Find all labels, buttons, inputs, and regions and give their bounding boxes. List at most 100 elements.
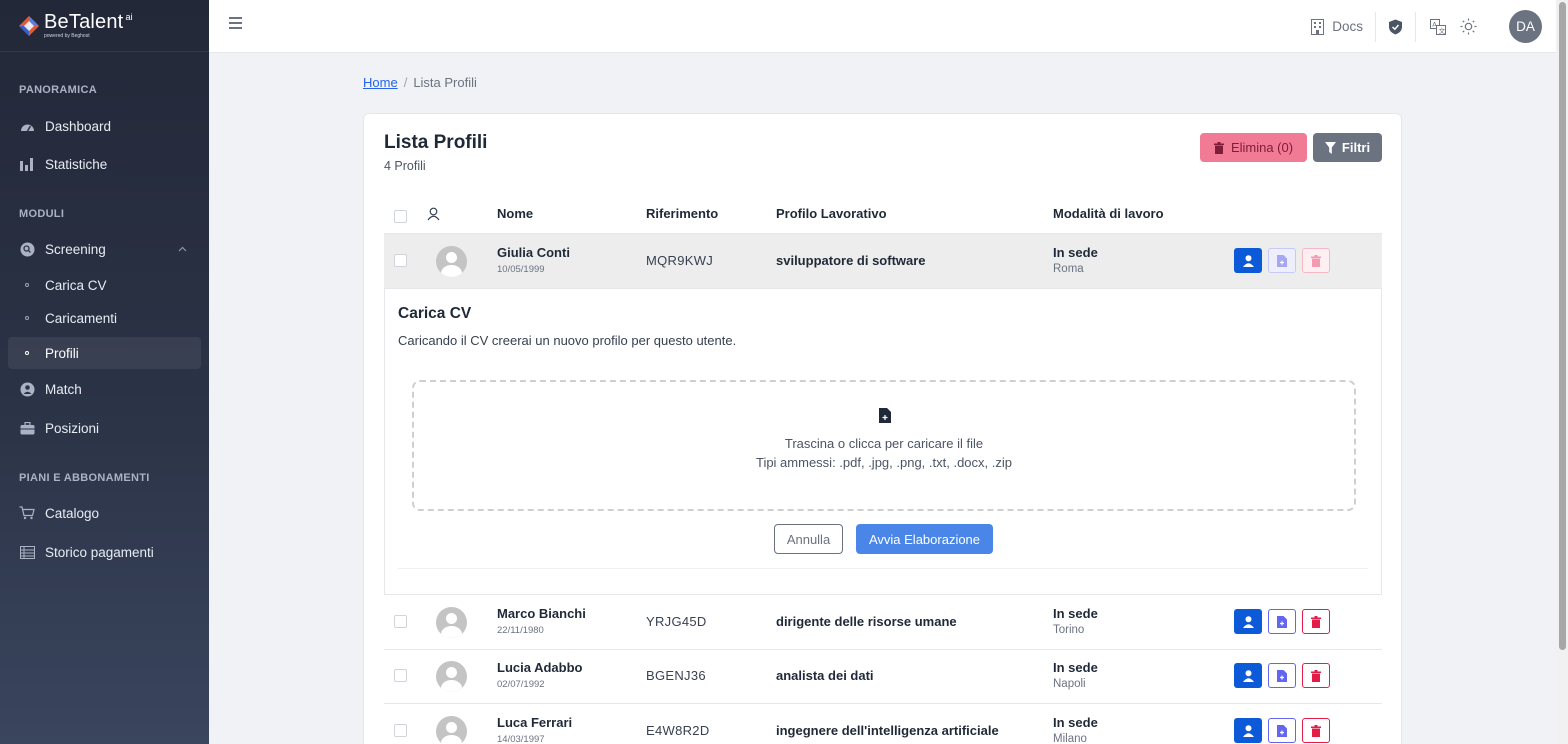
avatar [436,716,467,744]
sidebar-item-catalogo[interactable]: Catalogo [8,497,201,529]
user-circle-icon [19,381,35,397]
work-mode: In sede [1053,245,1098,260]
screening-icon [19,241,35,257]
upload-cv-button[interactable] [1268,609,1296,634]
delete-profile-button[interactable] [1302,718,1330,743]
table-row[interactable]: Lucia Adabbo 02/07/1992 BGENJ36 analista… [384,649,1382,704]
bar-chart-icon [19,156,35,172]
security-button[interactable] [1376,11,1416,42]
user-avatar[interactable]: DA [1509,10,1542,43]
filter-button[interactable]: Filtri [1313,133,1382,162]
sidebar-item-statistiche[interactable]: Statistiche [8,148,201,180]
sidebar-item-label: Screening [45,241,106,257]
page-scrollbar[interactable] [1556,0,1568,744]
sidebar-item-label: Carica CV [45,277,107,293]
table-row[interactable]: Luca Ferrari 14/03/1997 E4W8R2D ingegner… [384,704,1382,744]
profile-dob: 10/05/1999 [497,264,545,275]
profile-job: sviluppatore di software [776,253,926,268]
view-profile-button[interactable] [1234,663,1262,688]
row-checkbox[interactable] [394,669,407,682]
menu-toggle-icon[interactable] [229,17,242,32]
section-label-moduli: MODULI [19,208,65,220]
start-processing-button[interactable]: Avvia Elaborazione [856,524,993,554]
profiles-card: Lista Profili 4 Profili Elimina (0) Filt… [363,113,1402,744]
upload-cv-button[interactable] [1268,718,1296,743]
bullet-icon [25,283,29,287]
user-icon [1242,669,1254,682]
page-title: Lista Profili [384,132,488,153]
sidebar-item-storico-pagamenti[interactable]: Storico pagamenti [8,536,201,568]
table-row[interactable]: Marco Bianchi 22/11/1980 YRJG45D dirigen… [384,595,1382,650]
profile-ref: YRJG45D [646,614,707,629]
dropzone-instruction: Trascina o clicca per caricare il file [784,436,984,451]
user-icon [1242,615,1254,628]
profile-dob: 22/11/1980 [497,625,544,636]
view-profile-button[interactable] [1234,718,1262,743]
brand-name: BeTalent ai [44,11,133,33]
sidebar-item-profili[interactable]: Profili [8,337,201,369]
briefcase-icon [19,420,35,436]
cancel-button[interactable]: Annulla [774,524,843,554]
view-profile-button[interactable] [1234,248,1262,273]
sidebar-item-label: Storico pagamenti [45,544,154,560]
translate-button[interactable]: A文 [1430,18,1446,35]
breadcrumb: Home / Lista Profili [363,75,477,90]
column-header-nome[interactable]: Nome [497,206,533,221]
sidebar-item-caricamenti[interactable]: Caricamenti [8,302,201,334]
sidebar-item-label: Match [45,381,82,397]
section-label-piani: PIANI E ABBONAMENTI [19,472,150,484]
column-header-riferimento[interactable]: Riferimento [646,206,718,221]
theme-toggle-button[interactable] [1460,18,1477,35]
row-checkbox[interactable] [394,254,407,267]
column-header-modalita[interactable]: Modalità di lavoro [1053,206,1164,221]
file-plus-icon [879,408,891,423]
delete-profile-button[interactable] [1302,609,1330,634]
filter-icon [1324,141,1336,154]
sidebar-item-dashboard[interactable]: Dashboard [8,110,201,142]
profile-name: Luca Ferrari [497,715,573,730]
docs-link[interactable]: Docs [1311,11,1376,42]
upload-cv-button[interactable] [1268,248,1296,273]
upload-cv-button[interactable] [1268,663,1296,688]
section-label-panoramica: PANORAMICA [19,84,97,96]
gauge-icon [19,118,35,134]
sidebar-item-screening[interactable]: Screening [8,233,201,265]
work-city: Torino [1053,624,1085,636]
view-profile-button[interactable] [1234,609,1262,634]
bullet-icon [25,316,29,320]
file-dropzone[interactable]: Trascina o clicca per caricare il file T… [412,380,1356,511]
bullet-icon [25,351,29,355]
avatar [436,246,467,277]
table-row[interactable]: Giulia Conti 10/05/1999 MQR9KWJ sviluppa… [384,234,1382,289]
sidebar-item-label: Catalogo [45,505,100,521]
column-header-profilo[interactable]: Profilo Lavorativo [776,206,887,221]
scrollbar-thumb[interactable] [1559,2,1566,650]
profile-job: dirigente delle risorse umane [776,614,957,629]
select-all-checkbox[interactable] [394,210,407,223]
profile-count: 4 Profili [384,159,426,173]
sidebar-item-posizioni[interactable]: Posizioni [8,412,201,444]
svg-text:A: A [1432,20,1437,28]
profile-name: Lucia Adabbo [497,660,583,675]
delete-profile-button[interactable] [1302,663,1330,688]
sidebar-item-match[interactable]: Match [8,373,201,405]
delete-selected-button[interactable]: Elimina (0) [1200,133,1307,162]
brand-logo-icon [19,15,39,36]
profile-name: Marco Bianchi [497,606,586,621]
breadcrumb-home-link[interactable]: Home [363,75,398,90]
dropzone-allowed-types: Tipi ammessi: .pdf, .jpg, .png, .txt, .d… [755,455,1012,470]
row-checkbox[interactable] [394,724,407,737]
sidebar-item-carica-cv[interactable]: Carica CV [8,269,201,301]
sidebar-item-label: Posizioni [45,420,100,436]
row-checkbox[interactable] [394,615,407,628]
trash-icon [1311,724,1321,737]
translate-icon: A文 [1430,18,1446,35]
svg-text:文: 文 [1439,25,1446,34]
user-icon [1242,254,1254,267]
delete-profile-button[interactable] [1302,248,1330,273]
shield-icon [1389,19,1402,34]
file-plus-icon [1277,254,1287,267]
sidebar-item-label: Profili [45,345,79,361]
brand[interactable]: BeTalent ai powered by Beghost [0,0,209,52]
work-city: Milano [1053,733,1087,744]
